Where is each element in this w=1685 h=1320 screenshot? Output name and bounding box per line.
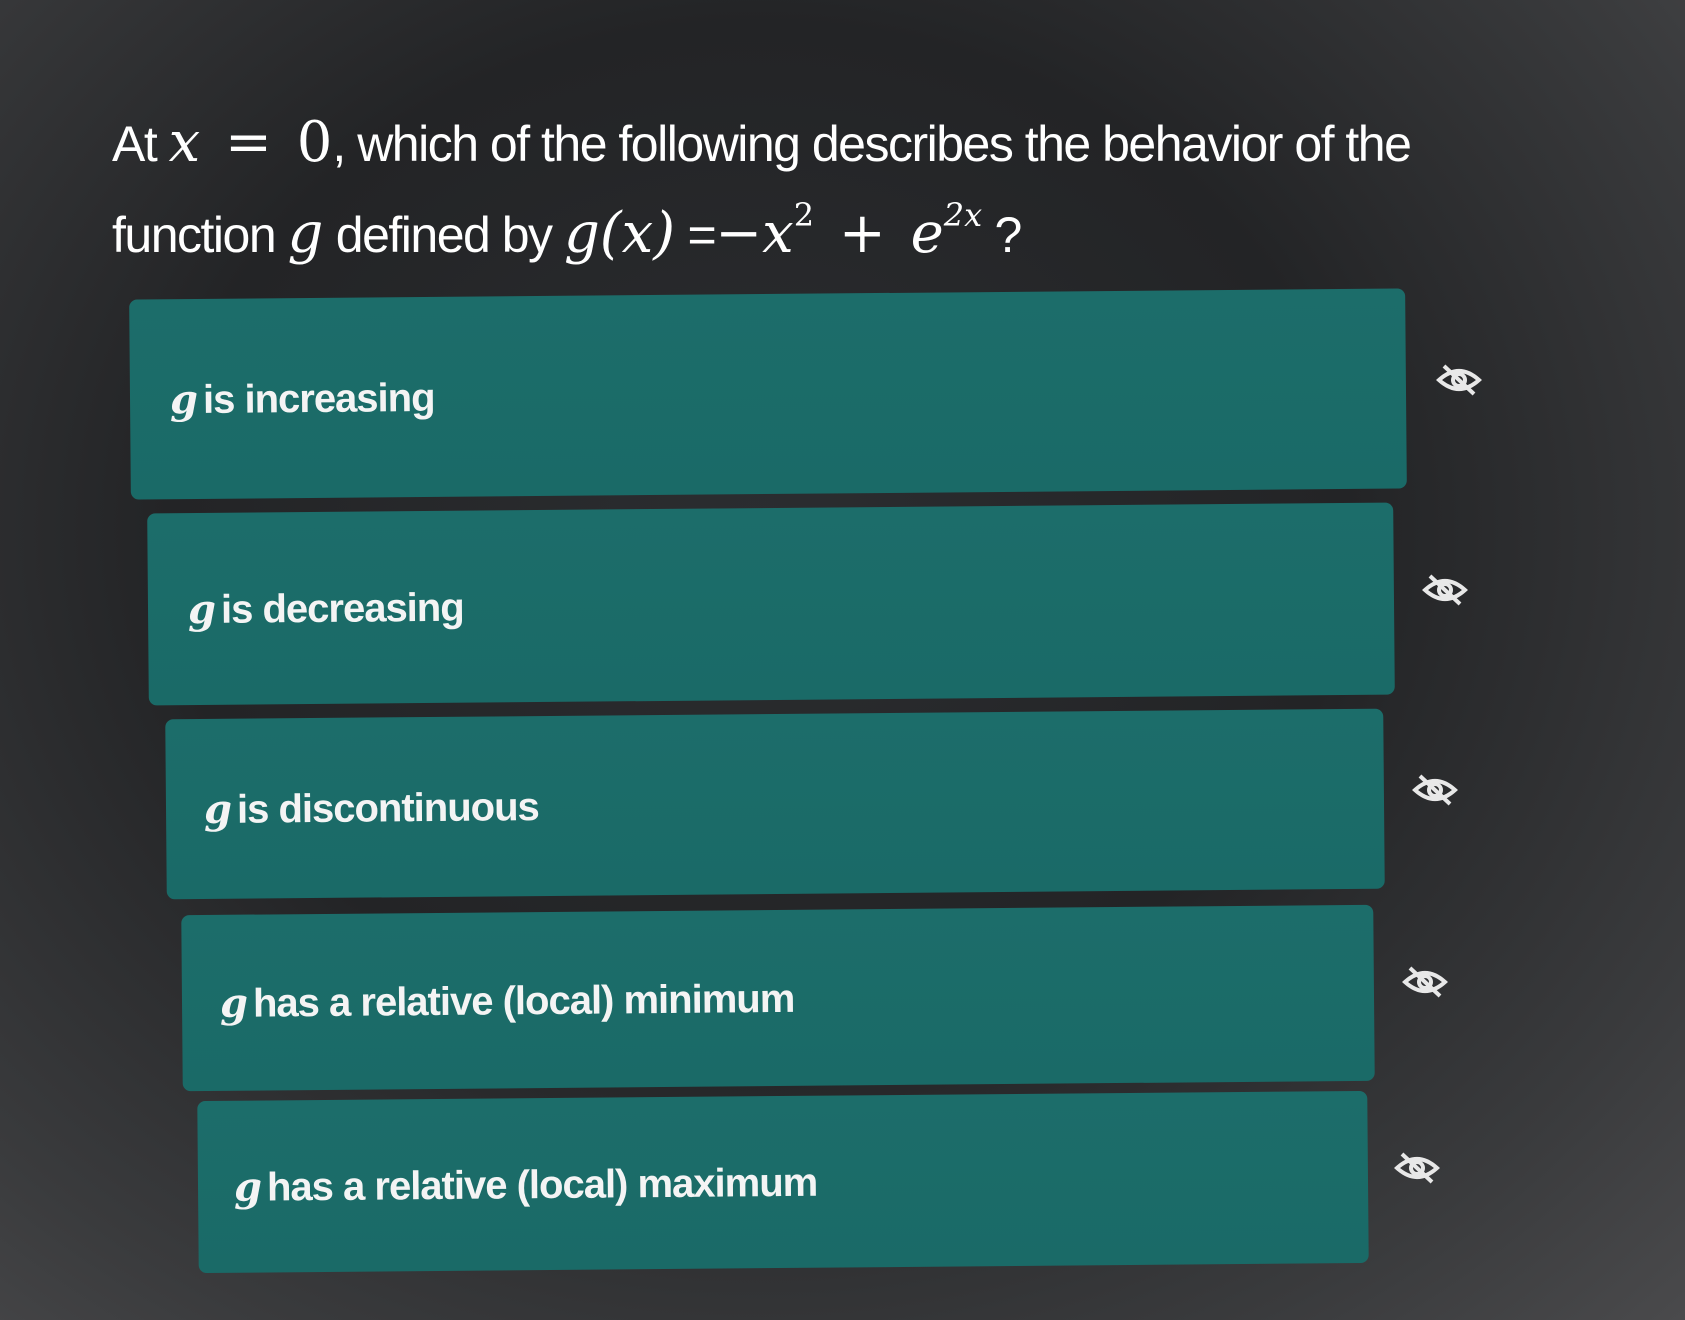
option-variable-g: g	[187, 585, 216, 633]
option-variable-g: g	[219, 979, 248, 1027]
hide-option-button-2[interactable]	[1422, 572, 1468, 608]
eye-slash-icon	[1412, 774, 1458, 806]
option-variable-g: g	[169, 375, 198, 423]
eye-slash-icon	[1436, 364, 1482, 396]
eye-slash-icon	[1422, 574, 1468, 606]
eye-slash-icon	[1402, 966, 1448, 998]
answer-options: g is increasing g is decreasing g is discon…	[0, 0, 1685, 1320]
option-text: has a relative (local) minimum	[252, 976, 795, 1026]
option-text: has a relative (local) maximum	[266, 1160, 818, 1210]
option-label: g has a relative (local) minimum	[220, 974, 795, 1026]
answer-option-relative-maximum[interactable]: g has a relative (local) maximum	[197, 1090, 1369, 1274]
hide-option-button-4[interactable]	[1402, 964, 1448, 1000]
option-text: is decreasing	[220, 585, 464, 632]
option-label: g is discontinuous	[204, 783, 539, 833]
option-variable-g: g	[233, 1163, 262, 1211]
answer-option-discontinuous[interactable]: g is discontinuous	[165, 708, 1385, 900]
hide-option-button-1[interactable]	[1436, 362, 1482, 398]
option-label: g is decreasing	[188, 583, 464, 632]
eye-slash-icon	[1394, 1152, 1440, 1184]
option-label: g has a relative (local) maximum	[234, 1158, 818, 1210]
hide-option-button-3[interactable]	[1412, 772, 1458, 808]
option-label: g is increasing	[170, 373, 435, 422]
option-variable-g: g	[203, 785, 232, 833]
hide-option-button-5[interactable]	[1394, 1150, 1440, 1186]
answer-option-relative-minimum[interactable]: g has a relative (local) minimum	[181, 904, 1375, 1092]
option-text: is increasing	[202, 375, 435, 422]
option-text: is discontinuous	[236, 784, 539, 832]
answer-option-decreasing[interactable]: g is decreasing	[147, 502, 1395, 706]
answer-option-increasing[interactable]: g is increasing	[129, 288, 1407, 500]
